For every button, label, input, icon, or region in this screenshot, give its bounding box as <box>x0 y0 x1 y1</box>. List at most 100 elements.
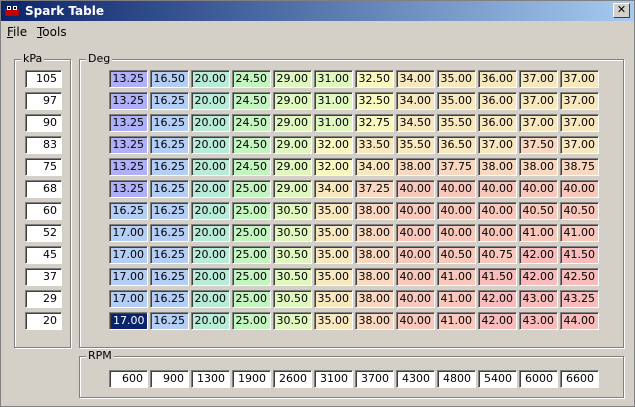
table-cell[interactable]: 24.50 <box>232 114 271 132</box>
menu-file[interactable]: File <box>7 25 27 39</box>
table-cell[interactable]: 43.00 <box>519 290 558 308</box>
table-cell[interactable]: 24.50 <box>232 92 271 110</box>
table-cell[interactable]: 38.00 <box>355 268 394 286</box>
table-cell[interactable]: 35.00 <box>314 312 353 330</box>
table-cell[interactable]: 42.50 <box>560 268 599 286</box>
table-cell[interactable]: 32.50 <box>355 92 394 110</box>
table-cell[interactable]: 20.00 <box>191 202 230 220</box>
table-cell[interactable]: 35.00 <box>314 290 353 308</box>
rpm-value[interactable]: 4300 <box>396 370 435 388</box>
table-cell[interactable]: 34.00 <box>396 70 435 88</box>
table-cell[interactable]: 37.50 <box>519 136 558 154</box>
table-cell[interactable]: 40.00 <box>437 224 476 242</box>
table-cell[interactable]: 13.25 <box>109 158 148 176</box>
table-cell[interactable]: 32.75 <box>355 114 394 132</box>
table-cell[interactable]: 17.00 <box>109 290 148 308</box>
table-cell[interactable]: 25.00 <box>232 224 271 242</box>
table-cell[interactable]: 40.00 <box>396 224 435 242</box>
kpa-value[interactable]: 90 <box>25 114 62 132</box>
table-cell[interactable]: 40.00 <box>560 180 599 198</box>
table-cell[interactable]: 35.00 <box>314 202 353 220</box>
table-cell[interactable]: 17.00 <box>109 312 148 330</box>
table-cell[interactable]: 35.00 <box>437 92 476 110</box>
rpm-value[interactable]: 3100 <box>314 370 353 388</box>
table-cell[interactable]: 35.00 <box>314 246 353 264</box>
table-cell[interactable]: 25.00 <box>232 180 271 198</box>
table-cell[interactable]: 25.00 <box>232 246 271 264</box>
table-cell[interactable]: 25.00 <box>232 202 271 220</box>
table-cell[interactable]: 20.00 <box>191 290 230 308</box>
table-cell[interactable]: 20.00 <box>191 114 230 132</box>
menu-tools[interactable]: Tools <box>37 25 67 39</box>
table-cell[interactable]: 20.00 <box>191 312 230 330</box>
table-cell[interactable]: 41.00 <box>437 312 476 330</box>
table-cell[interactable]: 40.00 <box>396 312 435 330</box>
table-cell[interactable]: 40.00 <box>396 246 435 264</box>
table-cell[interactable]: 16.25 <box>150 136 189 154</box>
table-cell[interactable]: 42.00 <box>519 246 558 264</box>
table-cell[interactable]: 16.50 <box>150 70 189 88</box>
table-cell[interactable]: 13.25 <box>109 114 148 132</box>
table-cell[interactable]: 24.50 <box>232 158 271 176</box>
table-cell[interactable]: 29.00 <box>273 180 312 198</box>
table-cell[interactable]: 32.50 <box>355 70 394 88</box>
table-cell[interactable]: 40.50 <box>437 246 476 264</box>
table-cell[interactable]: 16.25 <box>150 180 189 198</box>
table-cell[interactable]: 13.25 <box>109 92 148 110</box>
table-cell[interactable]: 16.25 <box>150 92 189 110</box>
rpm-value[interactable]: 4800 <box>437 370 476 388</box>
table-cell[interactable]: 37.00 <box>519 114 558 132</box>
rpm-value[interactable]: 5400 <box>478 370 517 388</box>
table-cell[interactable]: 20.00 <box>191 224 230 242</box>
table-cell[interactable]: 33.50 <box>355 136 394 154</box>
table-cell[interactable]: 20.00 <box>191 246 230 264</box>
table-cell[interactable]: 20.00 <box>191 158 230 176</box>
table-cell[interactable]: 35.00 <box>437 70 476 88</box>
table-cell[interactable]: 40.00 <box>519 180 558 198</box>
table-cell[interactable]: 40.00 <box>478 180 517 198</box>
table-cell[interactable]: 16.25 <box>150 246 189 264</box>
kpa-value[interactable]: 83 <box>25 136 62 154</box>
table-cell[interactable]: 41.00 <box>519 224 558 242</box>
table-cell[interactable]: 42.00 <box>478 312 517 330</box>
rpm-value[interactable]: 6000 <box>519 370 558 388</box>
table-cell[interactable]: 40.50 <box>560 202 599 220</box>
rpm-value[interactable]: 1300 <box>191 370 230 388</box>
kpa-value[interactable]: 45 <box>25 246 62 264</box>
table-cell[interactable]: 20.00 <box>191 92 230 110</box>
rpm-value[interactable]: 3700 <box>355 370 394 388</box>
table-cell[interactable]: 35.00 <box>314 268 353 286</box>
table-cell[interactable]: 40.00 <box>478 202 517 220</box>
table-cell[interactable]: 34.00 <box>355 158 394 176</box>
table-cell[interactable]: 29.00 <box>273 92 312 110</box>
table-cell[interactable]: 37.00 <box>478 136 517 154</box>
table-cell[interactable]: 36.50 <box>437 136 476 154</box>
rpm-value[interactable]: 900 <box>150 370 189 388</box>
table-cell[interactable]: 25.00 <box>232 268 271 286</box>
table-cell[interactable]: 16.25 <box>150 158 189 176</box>
table-cell[interactable]: 40.00 <box>396 180 435 198</box>
kpa-value[interactable]: 68 <box>25 180 62 198</box>
table-cell[interactable]: 13.25 <box>109 136 148 154</box>
table-cell[interactable]: 20.00 <box>191 136 230 154</box>
table-cell[interactable]: 25.00 <box>232 290 271 308</box>
table-cell[interactable]: 38.00 <box>355 202 394 220</box>
table-cell[interactable]: 43.25 <box>560 290 599 308</box>
table-cell[interactable]: 30.50 <box>273 312 312 330</box>
kpa-value[interactable]: 105 <box>25 70 62 88</box>
table-cell[interactable]: 31.00 <box>314 114 353 132</box>
rpm-value[interactable]: 2600 <box>273 370 312 388</box>
table-cell[interactable]: 36.00 <box>478 92 517 110</box>
table-cell[interactable]: 29.00 <box>273 136 312 154</box>
kpa-value[interactable]: 52 <box>25 224 62 242</box>
table-cell[interactable]: 40.00 <box>437 180 476 198</box>
kpa-value[interactable]: 60 <box>25 202 62 220</box>
table-cell[interactable]: 38.00 <box>519 158 558 176</box>
table-cell[interactable]: 24.50 <box>232 70 271 88</box>
table-cell[interactable]: 37.75 <box>437 158 476 176</box>
table-cell[interactable]: 16.25 <box>150 290 189 308</box>
table-cell[interactable]: 30.50 <box>273 290 312 308</box>
table-cell[interactable]: 37.00 <box>560 114 599 132</box>
table-cell[interactable]: 41.50 <box>478 268 517 286</box>
table-cell[interactable]: 13.25 <box>109 70 148 88</box>
